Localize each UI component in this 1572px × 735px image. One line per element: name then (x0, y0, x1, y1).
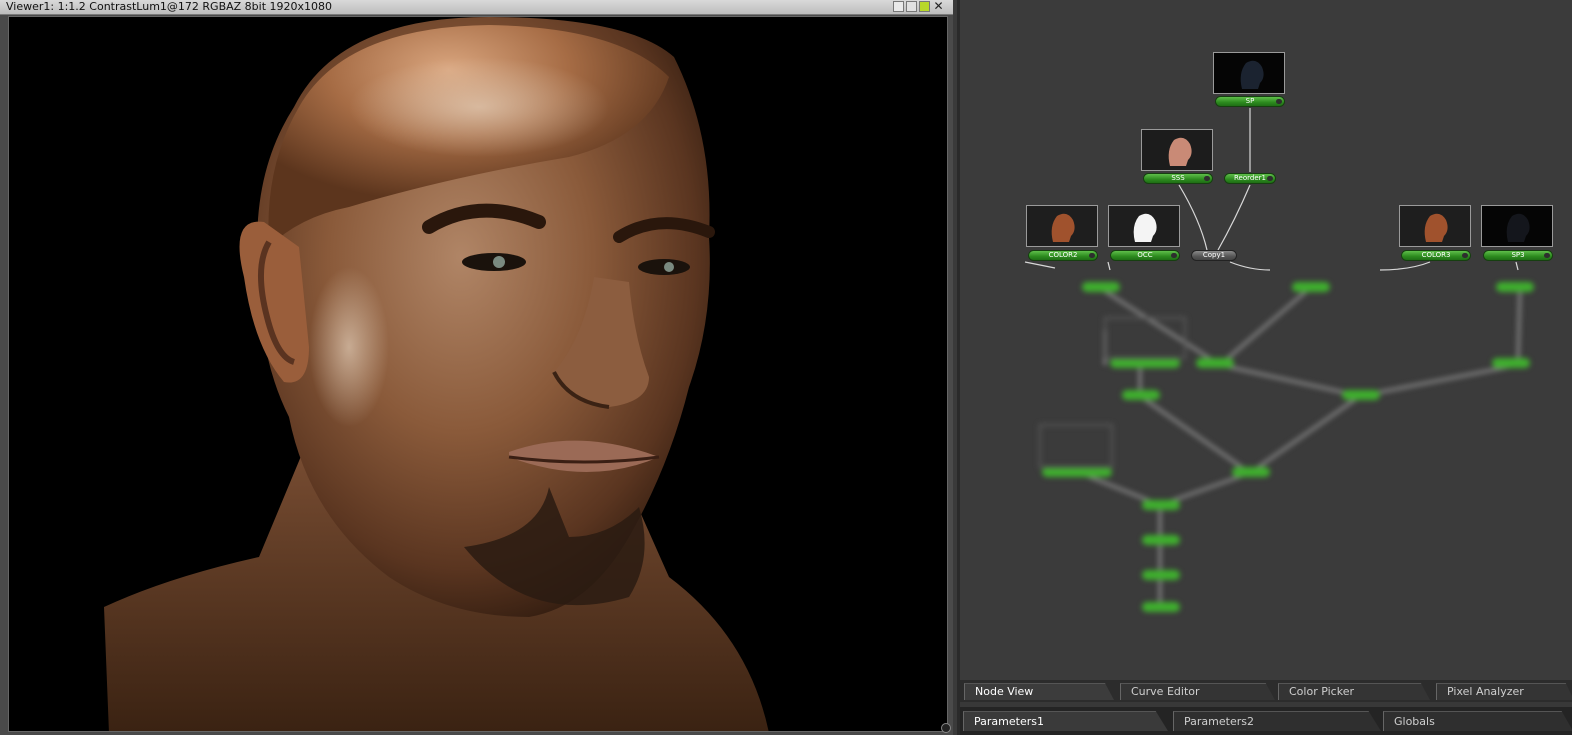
viewer-image[interactable] (8, 16, 948, 732)
node-sp[interactable]: SP (1215, 96, 1285, 107)
view-tabbar: Node View Curve Editor Color Picker Pixe… (960, 680, 1572, 702)
node-thumb-color2[interactable] (1026, 205, 1098, 247)
node-thumb-occ[interactable] (1108, 205, 1180, 247)
tab-parameters1[interactable]: Parameters1 (963, 711, 1168, 731)
viewer-title: Viewer1: 1:1.2 ContrastLum1@172 RGBAZ 8b… (6, 0, 333, 13)
tab-globals[interactable]: Globals (1383, 711, 1572, 731)
parameters-tabbar: Parameters1 Parameters2 Globals (960, 707, 1572, 735)
node-copy[interactable]: Copy1 (1191, 250, 1237, 261)
node-color3[interactable]: COLOR3 (1401, 250, 1471, 261)
viewer-panel: Viewer1: 1:1.2 ContrastLum1@172 RGBAZ 8b… (0, 0, 953, 735)
close-icon[interactable]: ✕ (933, 0, 944, 12)
head-render-image (104, 17, 769, 731)
pin-icon[interactable] (893, 1, 904, 12)
node-thumb-color3[interactable] (1399, 205, 1471, 247)
tab-curve-editor[interactable]: Curve Editor (1120, 683, 1275, 700)
node-thumb-sp[interactable] (1213, 52, 1285, 94)
node-panel: SP SSS Reorder1 COLOR2 OCC Copy1 COLOR3 … (957, 0, 1572, 735)
tab-node-view[interactable]: Node View (964, 683, 1114, 700)
viewer-titlebar: Viewer1: 1:1.2 ContrastLum1@172 RGBAZ 8b… (0, 0, 953, 15)
viewer-corner-handle[interactable] (941, 723, 951, 733)
tab-pixel-analyzer[interactable]: Pixel Analyzer (1436, 683, 1572, 700)
layout-icon[interactable] (906, 1, 917, 12)
grid-icon[interactable] (919, 1, 930, 12)
node-thumb-sp3[interactable] (1481, 205, 1553, 247)
tab-parameters2[interactable]: Parameters2 (1173, 711, 1381, 731)
node-color2[interactable]: COLOR2 (1028, 250, 1098, 261)
node-thumb-sss[interactable] (1141, 129, 1213, 171)
node-graph-canvas[interactable]: SP SSS Reorder1 COLOR2 OCC Copy1 COLOR3 … (960, 0, 1572, 680)
node-reorder[interactable]: Reorder1 (1224, 173, 1276, 184)
node-occ[interactable]: OCC (1110, 250, 1180, 261)
node-sss[interactable]: SSS (1143, 173, 1213, 184)
tab-color-picker[interactable]: Color Picker (1278, 683, 1430, 700)
node-sp3[interactable]: SP3 (1483, 250, 1553, 261)
